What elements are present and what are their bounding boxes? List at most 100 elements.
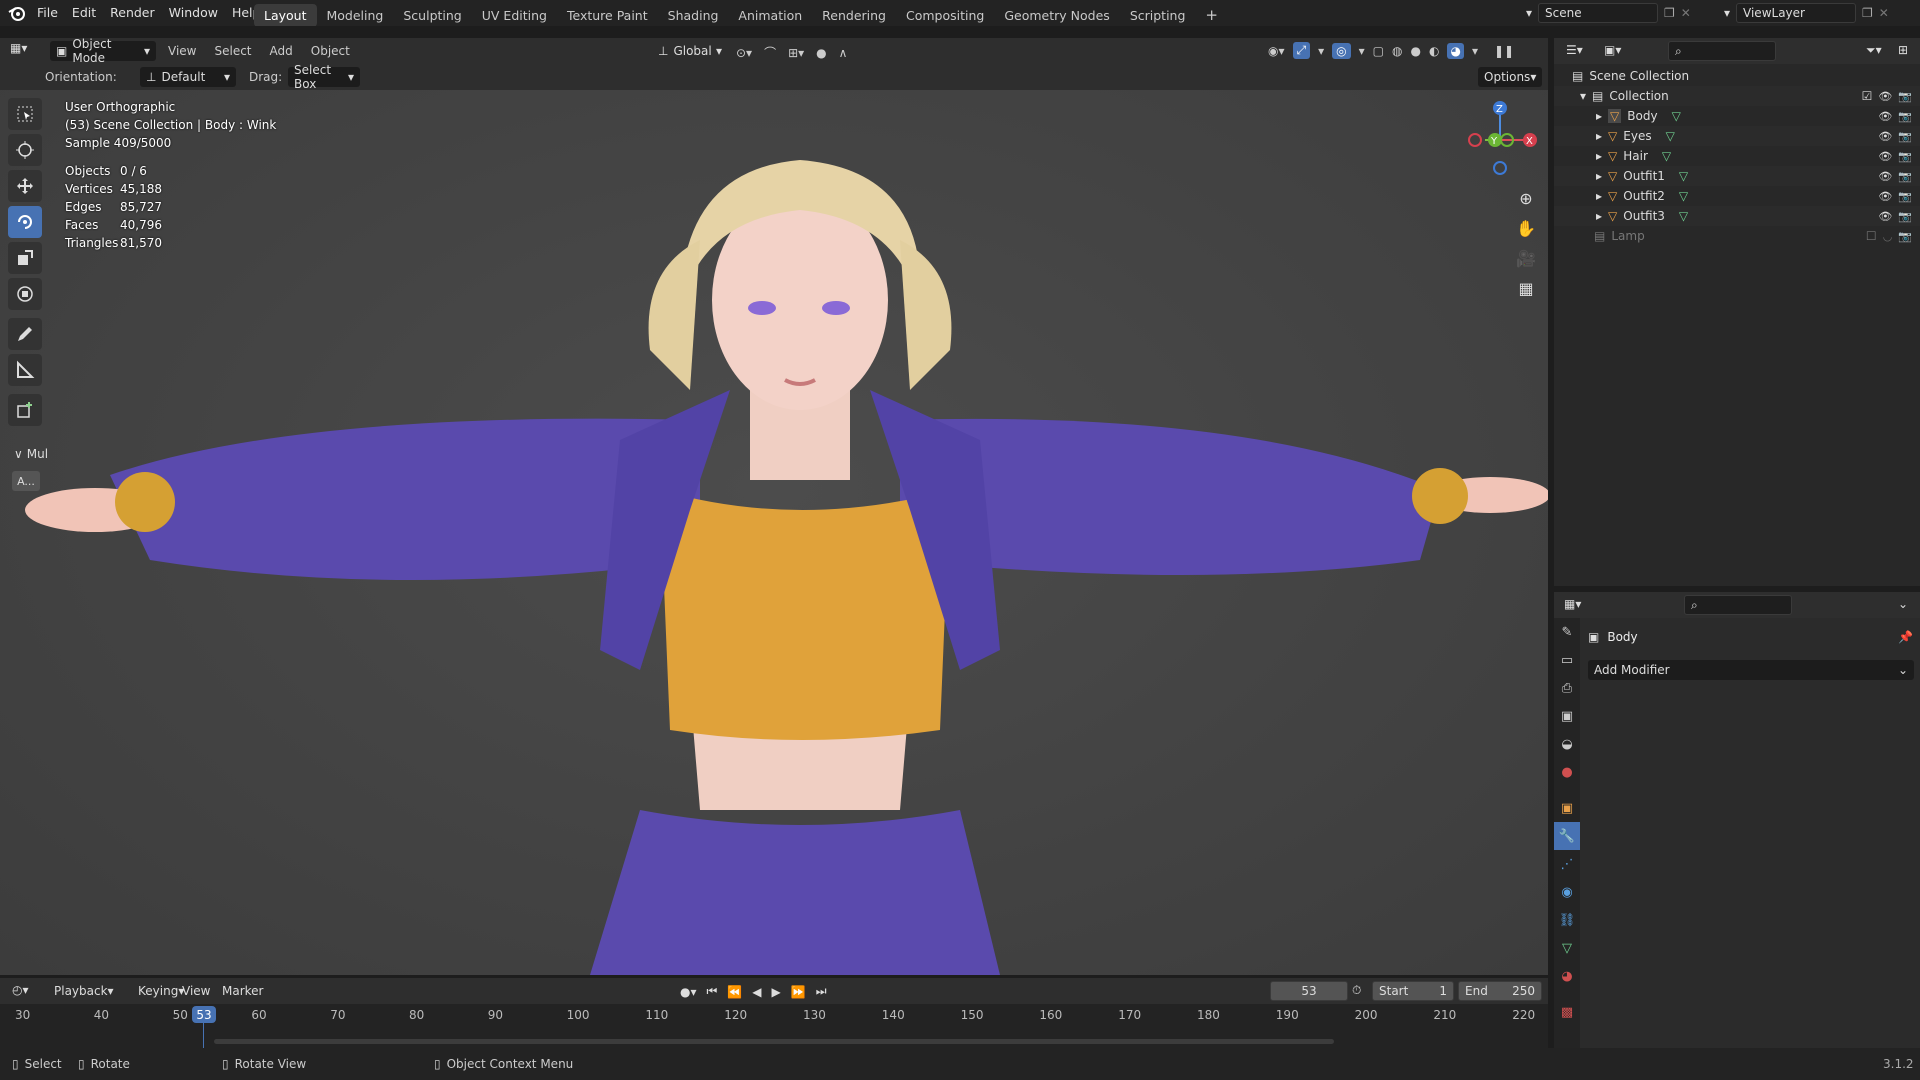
pan-hand-icon[interactable]: ✋: [1512, 214, 1540, 242]
new-collection-icon[interactable]: ⊞: [1898, 43, 1908, 57]
tab-uv-editing[interactable]: UV Editing: [472, 4, 557, 27]
last-operator-panel[interactable]: ∨ Mul: [14, 447, 48, 461]
camera-render-icon[interactable]: 📷: [1898, 90, 1912, 103]
transform-orientation-dropdown[interactable]: ⊥ Global ▾: [652, 41, 728, 61]
snap-icon[interactable]: ⌒: [764, 44, 776, 61]
timeline-scrollbar[interactable]: [214, 1039, 1334, 1044]
camera-render-icon[interactable]: 📷: [1898, 170, 1912, 183]
rotate-tool[interactable]: [8, 206, 42, 238]
expand-arrow-icon[interactable]: ▾: [1580, 89, 1586, 103]
material-tab-icon[interactable]: ◕: [1554, 962, 1580, 990]
eye-icon[interactable]: 👁: [1878, 170, 1892, 183]
mesh-data-icon[interactable]: ▽: [1679, 189, 1688, 203]
scene-tab-icon[interactable]: ◒: [1554, 730, 1580, 758]
copy-scene-icon[interactable]: ❐: [1664, 6, 1675, 20]
visibility-icon[interactable]: ◉▾: [1268, 44, 1285, 58]
orientation-dropdown[interactable]: ⊥ Default ▾: [140, 67, 236, 87]
eye-icon[interactable]: 👁: [1878, 110, 1892, 123]
camera-render-icon[interactable]: 📷: [1898, 130, 1912, 143]
modifier-wrench-icon[interactable]: 🔧: [1554, 822, 1580, 850]
checkbox-icon[interactable]: ☐: [1866, 229, 1877, 243]
outliner-row-outfit3[interactable]: ▸ ▽ Outfit3 ▽ 👁 📷: [1554, 206, 1920, 226]
mesh-data-icon[interactable]: ▽: [1662, 149, 1671, 163]
particles-tab-icon[interactable]: ⋰: [1554, 850, 1580, 878]
navigation-gizmo[interactable]: Z X Y: [1455, 98, 1545, 188]
tab-compositing[interactable]: Compositing: [896, 4, 994, 27]
properties-search-input[interactable]: ⌕: [1684, 595, 1792, 615]
next-keyframe-icon[interactable]: ⏩: [791, 985, 806, 999]
camera-render-icon[interactable]: 📷: [1898, 150, 1912, 163]
menu-select[interactable]: Select: [214, 44, 251, 58]
record-icon[interactable]: ●▾: [680, 985, 697, 999]
falloff-icon[interactable]: ∧: [839, 46, 848, 60]
eye-icon[interactable]: 👁: [1878, 150, 1892, 163]
transform-tool[interactable]: [8, 278, 42, 310]
pause-render-icon[interactable]: ❚❚: [1494, 44, 1514, 58]
timeline-area[interactable]: 30 40 50 60 70 80 90 100 110 120 130 140 150 160 170 18…: [0, 1004, 1548, 1048]
scene-icon[interactable]: ▾: [1526, 6, 1532, 20]
output-tab-icon[interactable]: ⎙: [1554, 674, 1580, 702]
snap-increment-icon[interactable]: ⊞▾: [788, 46, 804, 60]
timeline-editor-type-icon[interactable]: ◴▾: [12, 983, 29, 997]
solid-shading-icon[interactable]: ●: [1410, 44, 1420, 58]
move-tool[interactable]: [8, 170, 42, 202]
playhead-frame-marker[interactable]: 53: [192, 1006, 216, 1023]
mode-dropdown[interactable]: ▣ Object Mode ▾: [50, 37, 156, 65]
outliner-row-hair[interactable]: ▸ ▽ Hair ▽ 👁 📷: [1554, 146, 1920, 166]
timeline-view-menu[interactable]: View: [176, 981, 216, 1001]
tab-geometry-nodes[interactable]: Geometry Nodes: [994, 4, 1119, 27]
render-tab-icon[interactable]: ▭: [1554, 646, 1580, 674]
tool-tab-icon[interactable]: ✎: [1554, 618, 1580, 646]
cursor-tool[interactable]: [8, 134, 42, 166]
tab-texture-paint[interactable]: Texture Paint: [557, 4, 658, 27]
filter-icon[interactable]: ⏷▾: [1866, 43, 1882, 58]
outliner-row-scene-collection[interactable]: ▤ Scene Collection: [1554, 66, 1920, 86]
camera-render-icon[interactable]: 📷: [1898, 110, 1912, 123]
expand-arrow-icon[interactable]: ▸: [1596, 209, 1602, 223]
scale-tool[interactable]: [8, 242, 42, 274]
pivot-icon[interactable]: ⊙▾: [736, 46, 752, 60]
menu-edit[interactable]: Edit: [65, 5, 103, 20]
gizmo-neg-x-axis[interactable]: [1468, 133, 1482, 147]
current-frame-field[interactable]: 53: [1270, 981, 1348, 1001]
eye-hidden-icon[interactable]: ◡: [1883, 230, 1893, 243]
tab-layout[interactable]: Layout: [254, 3, 317, 27]
outliner-editor-type-icon[interactable]: ☰▾: [1566, 43, 1583, 57]
mesh-data-icon[interactable]: ▽: [1679, 169, 1688, 183]
menu-view[interactable]: View: [168, 44, 196, 58]
outliner-row-lamp[interactable]: ▤ Lamp ☐ ◡ 📷: [1554, 226, 1920, 246]
rendered-shading-icon[interactable]: ◕: [1447, 42, 1464, 59]
expand-arrow-icon[interactable]: ▸: [1596, 129, 1602, 143]
gizmo-neg-z-axis[interactable]: [1493, 161, 1507, 175]
data-tab-icon[interactable]: ▽: [1554, 934, 1580, 962]
playback-menu[interactable]: Playback ▾: [48, 981, 120, 1001]
eye-icon[interactable]: 👁: [1878, 90, 1892, 103]
texture-tab-icon[interactable]: ▩: [1554, 998, 1580, 1026]
camera-render-icon[interactable]: 📷: [1898, 210, 1912, 223]
zoom-icon[interactable]: ⊕: [1512, 184, 1540, 212]
measure-tool[interactable]: [8, 354, 42, 386]
close-view-layer-icon[interactable]: ✕: [1879, 6, 1889, 20]
play-icon[interactable]: ▶: [772, 985, 781, 999]
tab-animation[interactable]: Animation: [728, 4, 812, 27]
camera-render-icon[interactable]: 📷: [1898, 190, 1912, 203]
camera-render-icon[interactable]: 📷: [1898, 230, 1912, 243]
outliner-row-body[interactable]: ▸ ▽ Body ▽ 👁 📷: [1554, 106, 1920, 126]
options-dropdown[interactable]: Options ▾: [1478, 67, 1542, 87]
menu-object[interactable]: Object: [311, 44, 350, 58]
copy-view-layer-icon[interactable]: ❐: [1862, 6, 1873, 20]
pin-icon[interactable]: 📌: [1898, 630, 1913, 644]
display-mode-icon[interactable]: ▣▾: [1604, 43, 1621, 57]
eye-icon[interactable]: 👁: [1878, 190, 1892, 203]
view-layer-icon[interactable]: ▾: [1724, 6, 1730, 20]
eye-icon[interactable]: 👁: [1878, 210, 1892, 223]
expand-arrow-icon[interactable]: ▸: [1596, 149, 1602, 163]
view-layer-tab-icon[interactable]: ▣: [1554, 702, 1580, 730]
xray-icon[interactable]: ▢: [1373, 44, 1384, 58]
constraints-tab-icon[interactable]: ⛓: [1554, 906, 1580, 934]
play-reverse-icon[interactable]: ◀: [752, 985, 761, 999]
outliner-row-outfit1[interactable]: ▸ ▽ Outfit1 ▽ 👁 📷: [1554, 166, 1920, 186]
expand-arrow-icon[interactable]: ▸: [1596, 189, 1602, 203]
mesh-data-icon[interactable]: ▽: [1672, 109, 1681, 123]
wireframe-shading-icon[interactable]: ◍: [1392, 44, 1402, 58]
